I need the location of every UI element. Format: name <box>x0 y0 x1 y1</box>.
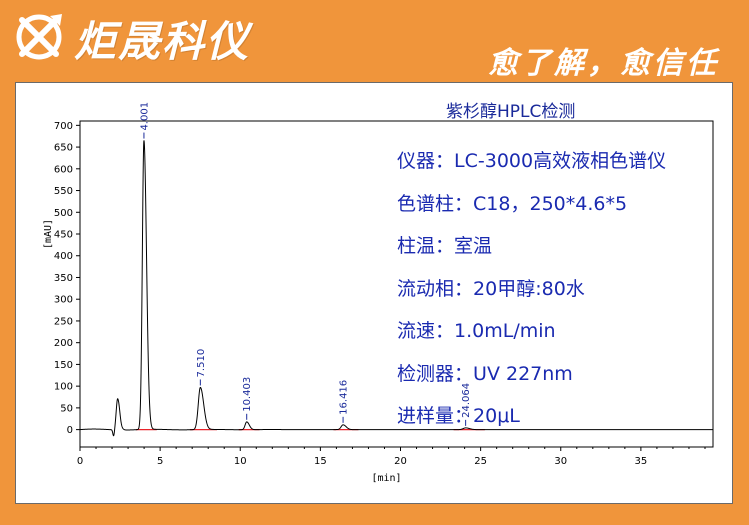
condition-separator: ： <box>435 320 455 342</box>
y-tick-label: 650 <box>54 143 73 154</box>
y-tick-label: 0 <box>67 425 73 436</box>
condition-separator: ： <box>435 150 455 172</box>
y-axis-label: [mAU] <box>43 219 54 249</box>
y-tick-label: 550 <box>54 186 73 197</box>
y-tick-label: 300 <box>54 295 73 306</box>
y-tick-label: 100 <box>54 382 73 393</box>
x-tick-label: 0 <box>77 456 83 467</box>
y-tick-label: 400 <box>54 251 73 262</box>
condition-label: 柱温 <box>397 235 436 257</box>
x-tick-label: 20 <box>394 456 407 467</box>
y-tick-label: 50 <box>60 403 73 414</box>
condition-label: 流速 <box>397 320 436 342</box>
x-tick-label: 15 <box>314 456 327 467</box>
x-tick-label: 5 <box>157 456 163 467</box>
x-tick-label: 30 <box>554 456 567 467</box>
condition-value: C18，250*4.6*5 <box>473 192 628 215</box>
condition-row: 仪器：LC-3000高效液相色谱仪 <box>397 140 666 183</box>
condition-row: 柱温：室温 <box>397 225 666 268</box>
condition-value: UV 227nm <box>473 362 573 385</box>
condition-row: 色谱柱：C18，250*4.6*5 <box>397 183 666 226</box>
condition-value: LC-3000高效液相色谱仪 <box>454 150 667 172</box>
condition-separator: ： <box>454 192 474 215</box>
condition-value: 20甲醇:80水 <box>473 277 585 300</box>
y-tick-label: 700 <box>54 121 73 132</box>
y-tick-label: 350 <box>54 273 73 284</box>
condition-label: 流动相 <box>397 277 455 300</box>
condition-row: 流动相：20甲醇:80水 <box>397 268 666 311</box>
y-tick-label: 450 <box>54 230 73 241</box>
chart-title: 紫杉醇HPLC检测 <box>446 102 576 122</box>
y-tick-label: 200 <box>54 338 73 349</box>
peak-label: 4.001 <box>139 102 150 131</box>
x-tick-label: 10 <box>234 456 247 467</box>
conditions-list: 仪器：LC-3000高效液相色谱仪 色谱柱：C18，250*4.6*5 柱温：室温流… <box>397 140 666 438</box>
peak-label: 7.510 <box>196 349 207 378</box>
condition-value: 20μL <box>473 405 520 427</box>
condition-separator: ： <box>454 405 474 427</box>
condition-row: 检测器：UV 227nm <box>397 353 666 396</box>
y-tick-label: 500 <box>54 208 73 219</box>
condition-row: 进样量：20μL <box>397 395 666 438</box>
condition-separator: ： <box>435 235 455 257</box>
condition-label: 检测器 <box>397 362 455 385</box>
condition-value: 室温 <box>454 235 493 257</box>
peak-label: 16.416 <box>339 380 350 415</box>
condition-value: 1.0mL/min <box>454 320 556 342</box>
peak-label: 10.403 <box>242 377 253 412</box>
condition-label: 仪器 <box>397 150 436 172</box>
y-tick-label: 600 <box>54 164 73 175</box>
x-tick-label: 35 <box>635 456 648 467</box>
x-axis-label: [min] <box>371 473 401 484</box>
y-tick-label: 250 <box>54 316 73 327</box>
condition-label: 进样量 <box>397 405 455 427</box>
condition-row: 流速：1.0mL/min <box>397 310 666 353</box>
y-tick-label: 150 <box>54 360 73 371</box>
condition-label: 色谱柱 <box>397 192 455 215</box>
x-tick-label: 25 <box>474 456 487 467</box>
condition-separator: ： <box>454 362 474 385</box>
condition-separator: ： <box>454 277 474 300</box>
